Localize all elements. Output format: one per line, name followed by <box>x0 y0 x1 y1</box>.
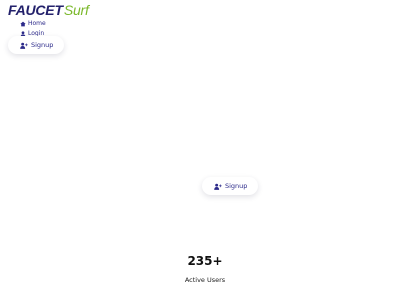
site-logo[interactable]: FAUCETSurf <box>8 2 89 18</box>
active-users-label: Active Users <box>184 276 226 284</box>
home-icon <box>20 21 26 27</box>
page: FAUCETSurf Home Login Signup Signup 235+… <box>0 0 400 291</box>
user-plus-icon <box>20 42 28 49</box>
hero-signup-label: Signup <box>225 182 248 190</box>
logo-main-text: FAUCET <box>8 2 63 18</box>
nav-signup-button[interactable]: Signup <box>8 36 64 54</box>
nav-home-link[interactable]: Home <box>20 20 46 28</box>
logo-accent-text: Surf <box>63 2 89 18</box>
user-plus-icon <box>214 183 222 190</box>
hero-signup-button[interactable]: Signup <box>202 177 258 195</box>
nav-home-label: Home <box>28 20 46 27</box>
active-users-count: 235+ <box>187 254 223 268</box>
nav-signup-label: Signup <box>31 41 54 49</box>
